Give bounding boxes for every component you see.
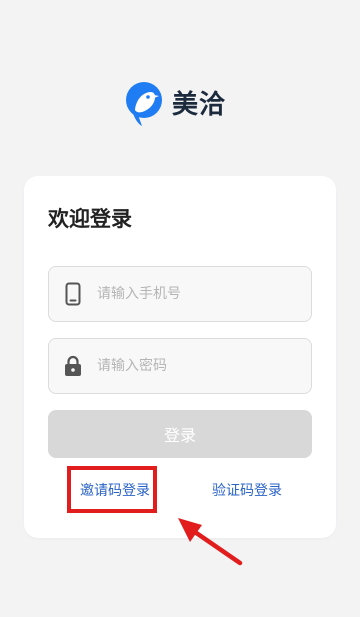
meiqia-bird-logo-icon — [126, 82, 162, 126]
phone-field[interactable] — [48, 266, 312, 322]
brand-name: 美洽 — [172, 90, 227, 120]
password-input[interactable] — [97, 339, 287, 393]
password-field[interactable] — [48, 338, 312, 394]
invite-code-login-link[interactable]: 邀请码登录 — [80, 480, 150, 502]
lock-icon — [49, 339, 97, 393]
brand-header: 美洽 — [124, 80, 226, 128]
page-title: 欢迎登录 — [48, 207, 132, 231]
verification-code-login-link[interactable]: 验证码登录 — [212, 480, 282, 502]
login-screen: 美洽 欢迎登录 登录 邀请码登录 验证码 — [0, 0, 360, 617]
login-card: 欢迎登录 登录 邀请码登录 验证码登录 — [24, 176, 336, 538]
phone-icon — [49, 267, 97, 321]
phone-input[interactable] — [97, 267, 287, 321]
login-button[interactable]: 登录 — [48, 410, 312, 458]
